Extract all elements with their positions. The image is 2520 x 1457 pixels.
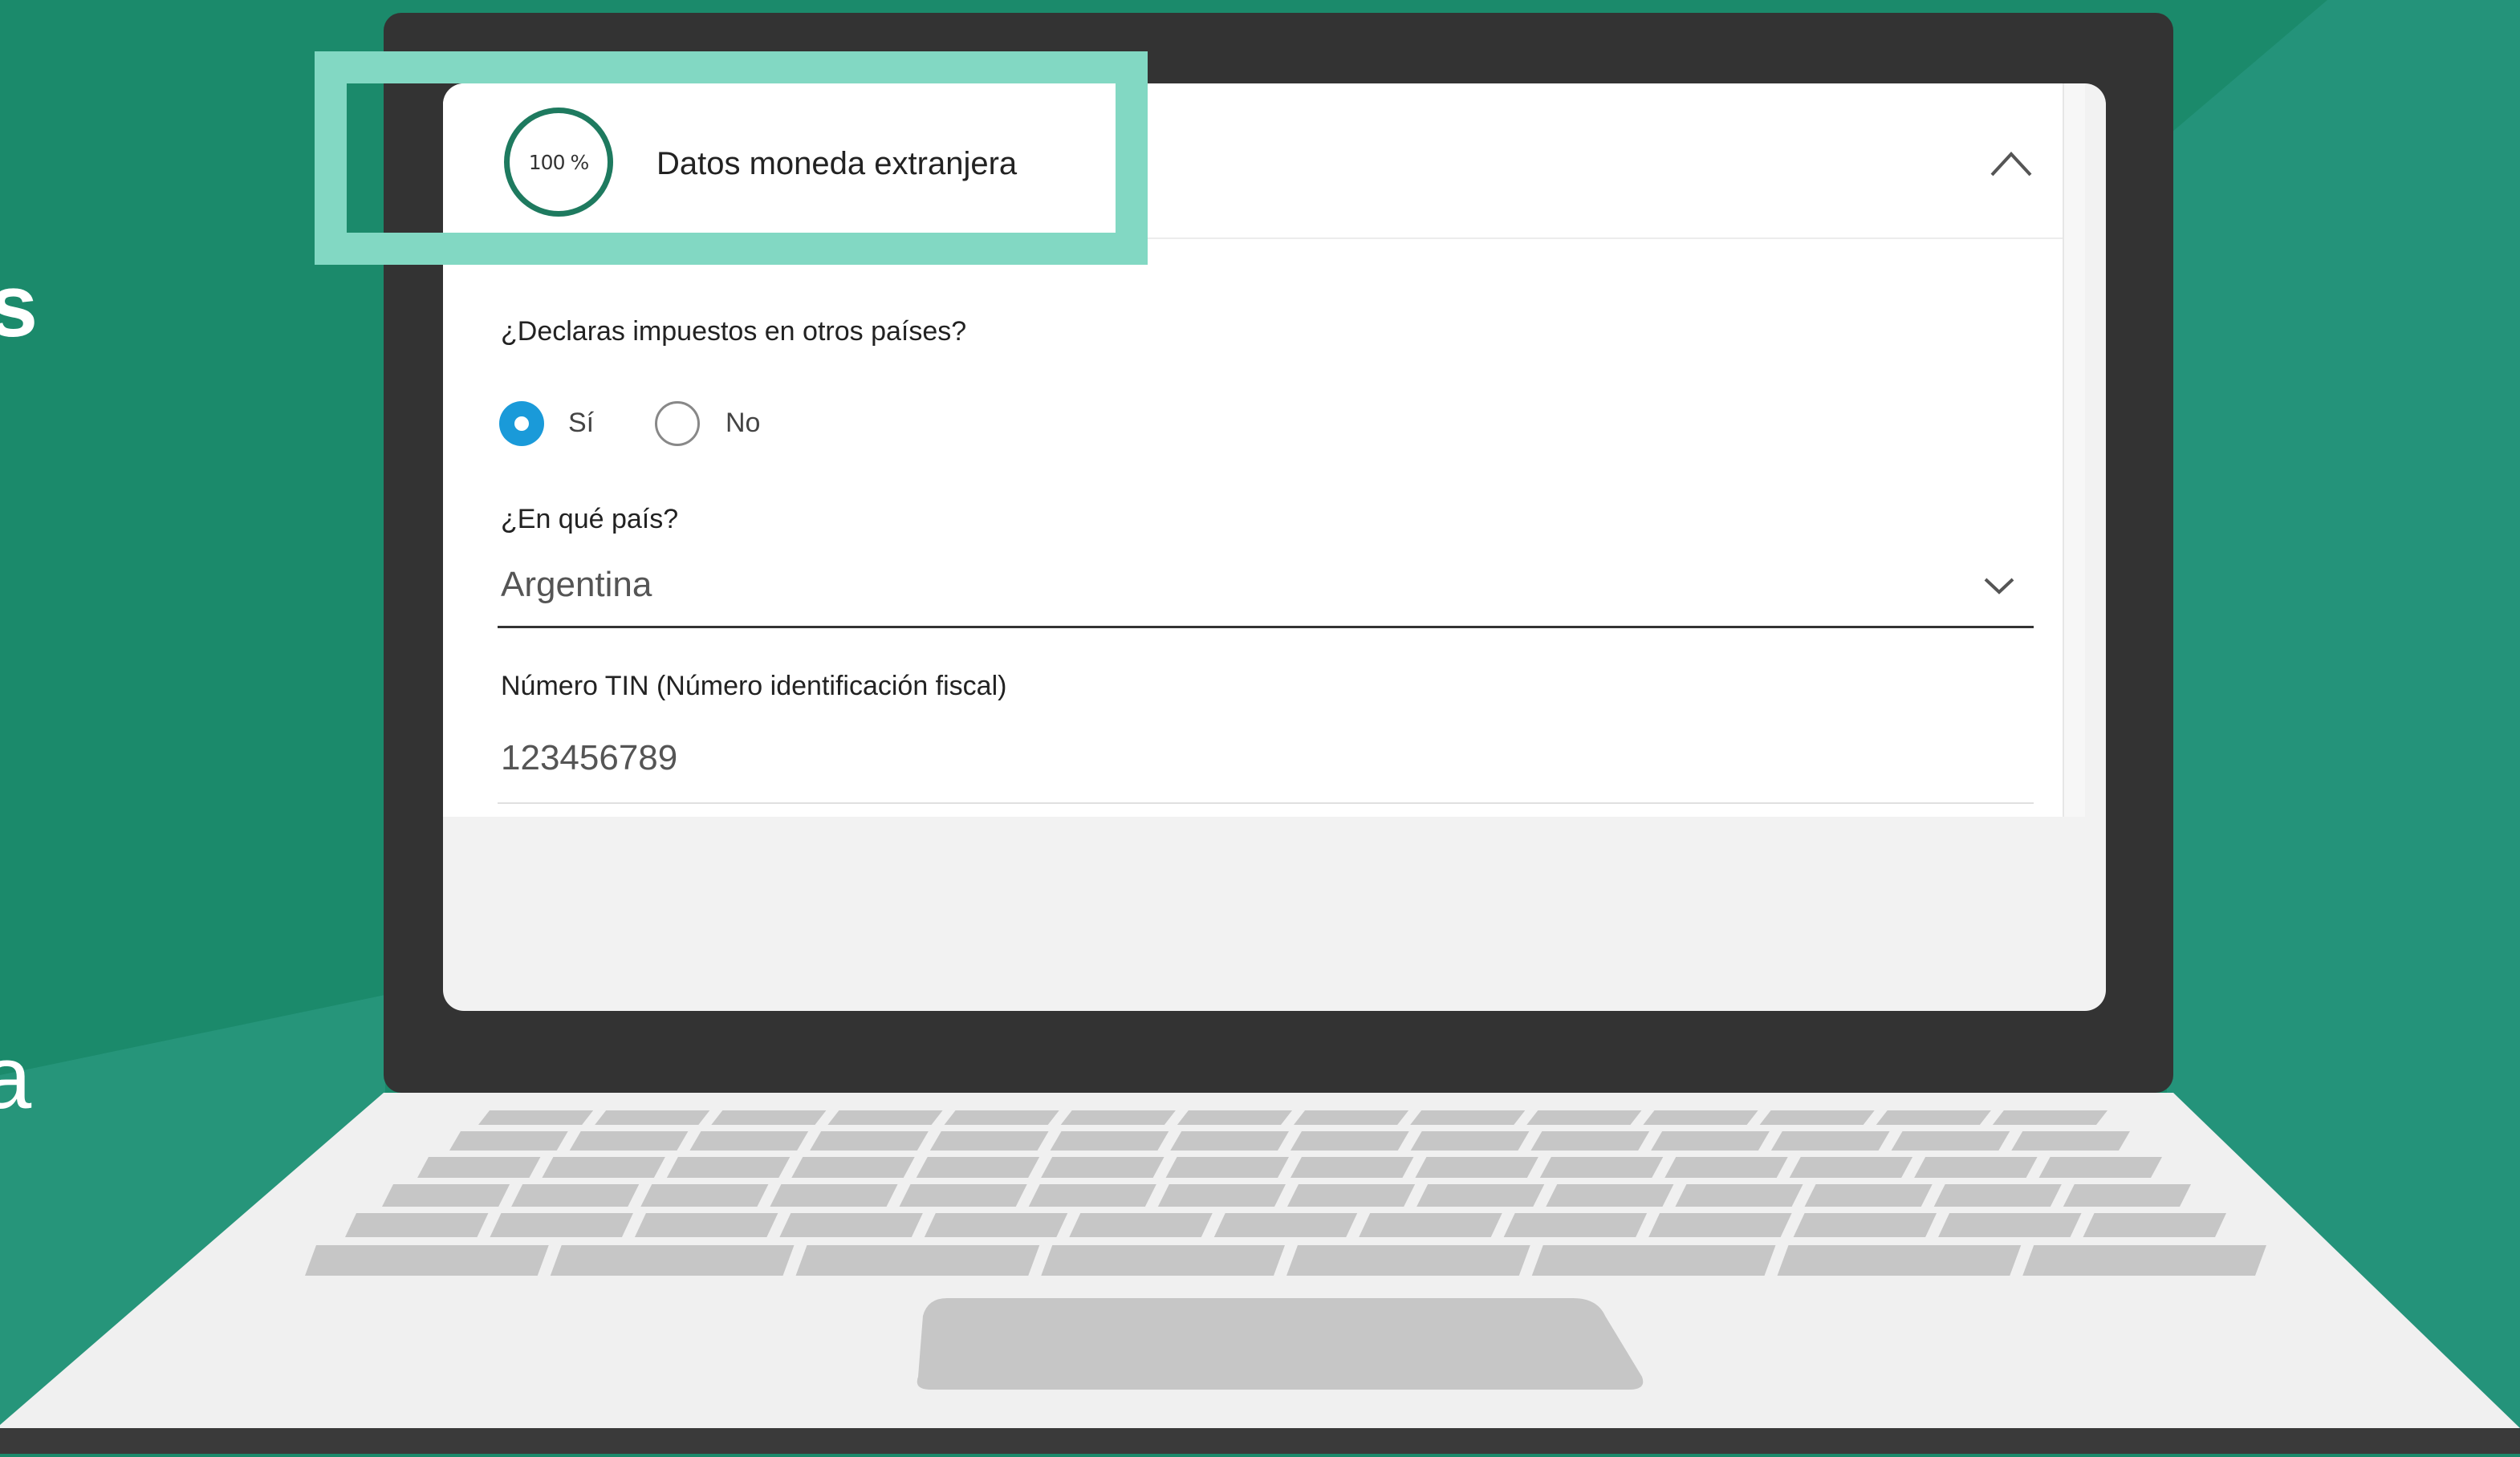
keyboard-key: [640, 1184, 769, 1207]
keyboard-key: [1286, 1245, 1530, 1276]
keyboard-key: [417, 1157, 541, 1178]
keyboard-key: [449, 1131, 568, 1151]
country-label: ¿En qué país?: [501, 504, 679, 534]
keyboard-key: [1060, 1110, 1176, 1125]
keyboard-key: [2011, 1131, 2130, 1151]
keyboard-key: [1675, 1184, 1803, 1207]
keyboard-key: [810, 1131, 929, 1151]
keyboard-key: [899, 1184, 1027, 1207]
keyboard-key: [1992, 1110, 2107, 1125]
app-screen: 100 % Datos moneda extranjera ¿Declaras …: [443, 83, 2106, 1011]
chevron-up-icon[interactable]: [1989, 143, 2034, 185]
keyboard-key: [1546, 1184, 1674, 1207]
keyboard-key: [1287, 1184, 1416, 1207]
keyboard-key: [1770, 1131, 1890, 1151]
keyboard-key: [1876, 1110, 1991, 1125]
country-select[interactable]: Argentina: [498, 554, 2034, 628]
keyboard-key: [1759, 1110, 1875, 1125]
keyboard-key: [1933, 1184, 2062, 1207]
keyboard-key: [2022, 1245, 2266, 1276]
keyboard-key: [1294, 1110, 1409, 1125]
keyboard-key: [1165, 1157, 1289, 1178]
keyboard-key: [916, 1157, 1040, 1178]
keyboard-key: [1648, 1213, 1792, 1237]
keyboard-key: [2063, 1184, 2191, 1207]
keyboard-key: [1028, 1184, 1156, 1207]
keyboard-key: [795, 1245, 1040, 1276]
keyboard-key: [1416, 1184, 1545, 1207]
keyboard-key: [1177, 1110, 1292, 1125]
keyboard-key: [490, 1213, 633, 1237]
keyboard-key: [791, 1157, 915, 1178]
keyboard-key: [1804, 1184, 1933, 1207]
keyboard-key: [1530, 1131, 1650, 1151]
keyboard-key: [779, 1213, 923, 1237]
keyboard-key: [1777, 1245, 2022, 1276]
keyboard-key: [1891, 1131, 2010, 1151]
keyboard-key: [924, 1213, 1068, 1237]
keyboard-key: [1415, 1157, 1538, 1178]
keyboard-key: [1539, 1157, 1664, 1178]
radio-no[interactable]: [655, 401, 700, 446]
keyboard-key: [711, 1110, 827, 1125]
keyboard-key: [1069, 1213, 1213, 1237]
keyboard-key: [478, 1110, 594, 1125]
keyboard-key: [1290, 1157, 1414, 1178]
form-panel: 100 % Datos moneda extranjera ¿Declaras …: [443, 83, 2085, 817]
keyboard-key: [1664, 1157, 1788, 1178]
keyboard-key: [595, 1110, 710, 1125]
keyboard-key: [1359, 1213, 1502, 1237]
section-header[interactable]: 100 % Datos moneda extranjera: [443, 83, 2085, 239]
keyboard-key: [634, 1213, 778, 1237]
keyboard-key: [550, 1245, 795, 1276]
keyboard-key: [345, 1213, 489, 1237]
keyboard-key: [1410, 1110, 1526, 1125]
keyboard-key: [944, 1110, 1059, 1125]
keyboard-key: [1410, 1131, 1530, 1151]
keyboard-key: [1914, 1157, 2038, 1178]
keyboard-key: [1938, 1213, 2082, 1237]
chevron-down-icon[interactable]: [1982, 574, 2016, 599]
radio-no-label[interactable]: No: [726, 408, 760, 439]
keyboard-key: [382, 1184, 510, 1207]
keyboard-key: [1290, 1131, 1409, 1151]
radio-si[interactable]: [499, 401, 544, 446]
scrollbar[interactable]: [2063, 83, 2085, 817]
keyboard-key: [1170, 1131, 1289, 1151]
tin-label: Número TIN (Número identificación fiscal…: [501, 671, 1007, 701]
keyboard-key: [827, 1110, 943, 1125]
tin-input[interactable]: 123456789: [498, 725, 2034, 804]
keyboard-key: [1651, 1131, 1770, 1151]
keyboard-key: [542, 1157, 665, 1178]
keyboard-key: [689, 1131, 809, 1151]
keyboard-key: [2038, 1157, 2162, 1178]
keyboard-key: [1157, 1184, 1286, 1207]
progress-label: 100 %: [528, 150, 589, 174]
keyboard-key: [1531, 1245, 1776, 1276]
keyboard-key: [1050, 1131, 1169, 1151]
keyboard-key: [569, 1131, 689, 1151]
keyboard-key: [305, 1245, 549, 1276]
keyboard-key: [1643, 1110, 1758, 1125]
touchpad: [917, 1298, 1644, 1390]
keyboard-key: [1789, 1157, 1913, 1178]
keyboard-key: [666, 1157, 791, 1178]
section-title: Datos moneda extranjera: [656, 146, 1018, 181]
country-select-value: Argentina: [501, 565, 652, 604]
keyboard-key: [929, 1131, 1049, 1151]
keyboard-key: [1213, 1213, 1358, 1237]
keyboard-key: [1793, 1213, 1937, 1237]
keyboard-key: [1503, 1213, 1648, 1237]
progress-indicator: 100 %: [504, 108, 613, 217]
taxes-question-label: ¿Declaras impuestos en otros países?: [501, 316, 967, 347]
keyboard-key: [511, 1184, 640, 1207]
keyboard-key: [1526, 1110, 1642, 1125]
radio-si-label[interactable]: Sí: [568, 408, 594, 439]
keyboard-key: [770, 1184, 898, 1207]
keyboard-key: [1041, 1245, 1285, 1276]
keyboard-key: [2083, 1213, 2226, 1237]
keyboard-key: [1041, 1157, 1164, 1178]
tin-input-value: 123456789: [501, 738, 678, 777]
